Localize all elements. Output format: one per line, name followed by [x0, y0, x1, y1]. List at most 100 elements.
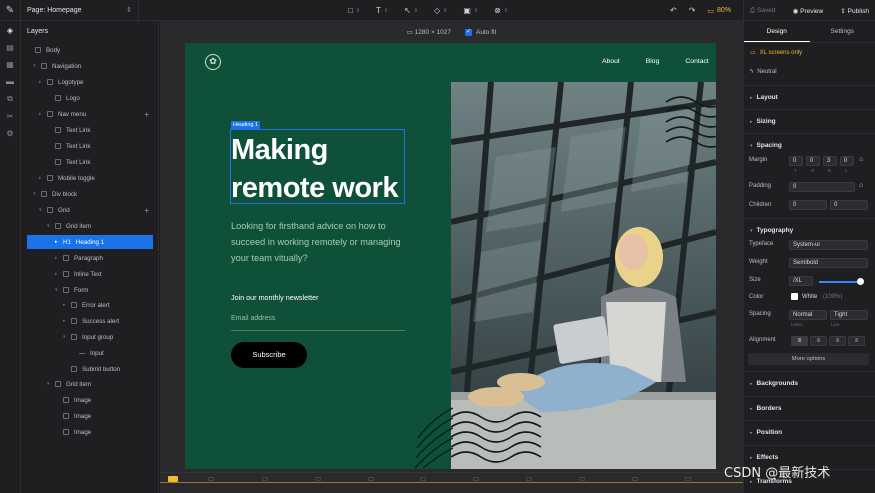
letter-spacing-select[interactable]: Normal	[789, 310, 827, 320]
layer-success-alert[interactable]: ▸ Success alert	[27, 314, 153, 328]
align-right-icon[interactable]: ≡	[829, 336, 846, 346]
layer-paragraph[interactable]: ▸ Paragraph	[27, 251, 153, 265]
nav-link-contact[interactable]: Contact	[685, 58, 708, 65]
typeface-select[interactable]: System-ui	[789, 240, 868, 250]
breakpoint-marker[interactable]	[208, 477, 214, 481]
text-tool-icon[interactable]: T ⇕	[376, 6, 388, 15]
tools-icon[interactable]: ✂	[7, 112, 14, 121]
interaction-tool-icon[interactable]: ⊗ ⇕	[494, 6, 508, 15]
layer-form[interactable]: ▾ Form	[27, 283, 153, 297]
layer-heading-1[interactable]: ▸ H1 Heading 1	[27, 235, 153, 249]
layer-logotype[interactable]: ▸ Logotype	[27, 75, 153, 89]
size-select[interactable]: /XL	[789, 276, 813, 286]
hero-image[interactable]	[451, 82, 716, 469]
layer-inline-text[interactable]: ▸ Inline Text	[27, 267, 153, 281]
lock-icon[interactable]: ⌂	[859, 156, 863, 163]
section-typography[interactable]: ▾ Typography	[743, 218, 875, 240]
components-icon[interactable]: ⧉	[7, 94, 13, 104]
email-input[interactable]: Email address	[231, 315, 405, 331]
layer-grid-item[interactable]: ▾ Grid item	[27, 377, 153, 391]
breakpoint-marker[interactable]	[685, 477, 691, 481]
breakpoint-marker[interactable]	[262, 477, 268, 481]
layer-grid[interactable]: ▾ Grid +	[27, 203, 153, 217]
breakpoint-marker[interactable]	[526, 477, 532, 481]
section-sizing[interactable]: ▸ Sizing	[743, 109, 875, 133]
align-left-icon[interactable]: ≡	[791, 336, 808, 346]
margin-bottom-input[interactable]: 3	[823, 156, 837, 166]
breakpoint-marker[interactable]	[632, 477, 638, 481]
folder-icon[interactable]: ▬	[6, 77, 14, 86]
layer-input-group[interactable]: ▾ Input group	[27, 330, 153, 344]
settings-gear-icon[interactable]: ⚙	[6, 129, 13, 138]
app-logo-icon[interactable]: ✎	[0, 0, 21, 21]
section-spacing[interactable]: ▾ Spacing	[743, 133, 875, 153]
layer-text-link[interactable]: Text Link	[27, 155, 153, 169]
more-options-button[interactable]: More options	[748, 353, 869, 365]
breakpoint-marker[interactable]	[473, 477, 479, 481]
breakpoint-marker[interactable]	[579, 477, 585, 481]
site-logo-icon[interactable]: ✿	[205, 54, 221, 70]
layer-input[interactable]: Input	[27, 346, 153, 360]
layer-grid-item[interactable]: ▾ Grid item	[27, 219, 153, 233]
section-layout[interactable]: ▸ Layout	[743, 85, 875, 109]
layer-text-link[interactable]: Text Link	[27, 139, 153, 153]
layer-mobile-toggle[interactable]: ▸ Mobile toggle	[27, 171, 153, 185]
nav-link-blog[interactable]: Blog	[646, 58, 660, 65]
nav-link-about[interactable]: About	[602, 58, 620, 65]
children-gap-x-input[interactable]: 0	[789, 200, 827, 210]
page-selector[interactable]: Page: Homepage ⇕	[21, 0, 139, 21]
tab-settings[interactable]: Settings	[810, 21, 875, 42]
line-height-select[interactable]: Tight	[830, 310, 868, 320]
autofit-checkbox[interactable]: ✓ Auto fit	[465, 28, 496, 36]
canvas-size[interactable]: ▭ 1280 × 1027	[407, 28, 451, 36]
layer-body[interactable]: Body	[27, 43, 153, 57]
layer-text-link[interactable]: Text Link	[27, 123, 153, 137]
children-gap-y-input[interactable]: 0	[830, 200, 868, 210]
align-center-icon[interactable]: ≡	[810, 336, 827, 346]
xl-only-badge[interactable]: ▭ XL screens only	[744, 49, 875, 57]
undo-icon[interactable]: ↶	[670, 6, 677, 15]
breakpoint-xl-icon[interactable]	[168, 476, 178, 482]
layer-image[interactable]: Image	[27, 425, 153, 439]
zoom-control[interactable]: ▭ 80%	[707, 7, 731, 15]
hero-paragraph[interactable]: Looking for firsthand advice on how to s…	[231, 218, 406, 266]
subscribe-button[interactable]: Subscribe	[231, 342, 307, 368]
layers-icon[interactable]: ◈	[7, 26, 13, 35]
redo-icon[interactable]: ↷	[689, 6, 696, 15]
publish-button[interactable]: ⇪ Publish	[840, 7, 869, 15]
cursor-tool-icon[interactable]: ↖ ⇕	[404, 6, 418, 15]
box-tool-icon[interactable]: □ ⇕	[348, 6, 360, 15]
breakpoint-marker[interactable]	[315, 477, 321, 481]
section-borders[interactable]: ▸ Borders	[743, 396, 875, 420]
margin-top-input[interactable]: 0	[789, 156, 803, 166]
pages-icon[interactable]: ▦	[6, 60, 14, 69]
layer-image[interactable]: Image	[27, 409, 153, 423]
layer-image[interactable]: Image	[27, 393, 153, 407]
layer-submit-button[interactable]: Submit button	[27, 362, 153, 376]
add-child-icon[interactable]: +	[144, 206, 149, 215]
layer-nav-menu[interactable]: ▸ Nav menu +	[27, 107, 153, 121]
color-swatch[interactable]	[791, 293, 798, 300]
weight-select[interactable]: Semibold	[789, 258, 868, 268]
margin-left-input[interactable]: 0	[840, 156, 854, 166]
section-position[interactable]: ▸ Position	[743, 420, 875, 444]
link-icon[interactable]: ⌂	[859, 182, 863, 189]
padding-input[interactable]: 0	[789, 182, 855, 192]
breakpoint-marker[interactable]	[368, 477, 374, 481]
breakpoint-marker[interactable]	[420, 477, 426, 481]
add-child-icon[interactable]: +	[144, 110, 149, 119]
size-slider-knob[interactable]	[857, 278, 864, 285]
database-icon[interactable]: ▤	[6, 43, 14, 52]
preview-button[interactable]: ◉ Preview	[793, 7, 824, 15]
state-selector[interactable]: ϟ Neutral	[744, 69, 875, 75]
hero-heading[interactable]: Making remote work	[231, 131, 411, 207]
margin-right-input[interactable]: 0	[806, 156, 820, 166]
color-value[interactable]: White	[802, 294, 817, 300]
layer-navigation[interactable]: ▾ Navigation	[27, 59, 153, 73]
component-tool-icon[interactable]: ◇ ⇕	[434, 6, 447, 15]
align-justify-icon[interactable]: ≡	[848, 336, 865, 346]
layer-logo[interactable]: Logo	[27, 91, 153, 105]
section-backgrounds[interactable]: ▸ Backgrounds	[743, 371, 875, 395]
tab-design[interactable]: Design	[744, 21, 810, 42]
layer-div-block[interactable]: ▾ Div block	[27, 187, 153, 201]
